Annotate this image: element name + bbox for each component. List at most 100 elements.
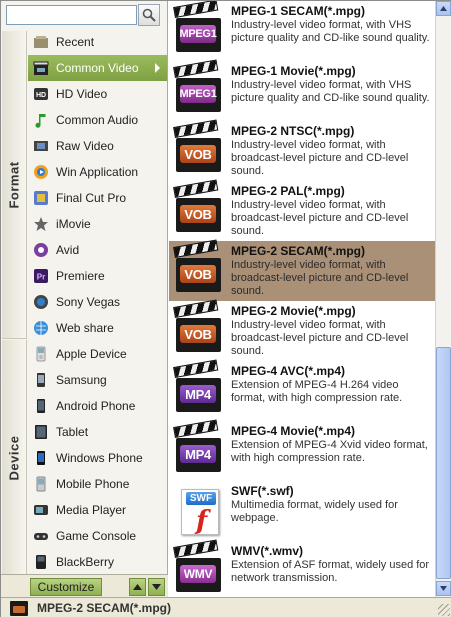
format-description: Industry-level video format, with broadc… — [231, 139, 409, 177]
format-name: SWF(*.swf) — [231, 484, 294, 498]
category-tablet[interactable]: Tablet — [28, 419, 167, 445]
category-label: Apple Device — [56, 347, 127, 361]
category-label: Sony Vegas — [56, 295, 121, 309]
format-item[interactable]: MP4 MPEG-4 Movie(*.mp4) Extension of MPEG-… — [169, 419, 435, 481]
category-common-audio[interactable]: Common Audio — [28, 107, 167, 133]
category-label: BlackBerry — [56, 555, 115, 569]
category-label: Android Phone — [56, 399, 136, 413]
category-apple-device[interactable]: Apple Device — [28, 341, 167, 367]
category-mobile-phone[interactable]: Mobile Phone — [28, 471, 167, 497]
category-raw-video[interactable]: Raw Video — [28, 133, 167, 159]
format-item[interactable]: SWF f SWF(*.swf) Multimedia format, widely … — [169, 481, 435, 541]
hd-icon: HD — [32, 85, 50, 103]
category-samsung[interactable]: Samsung — [28, 367, 167, 393]
category-label: Raw Video — [56, 139, 114, 153]
move-down-button[interactable] — [148, 578, 165, 596]
tablet-icon — [32, 423, 50, 441]
premiere-icon: Pr — [32, 267, 50, 285]
vob-clapper-icon: VOB — [173, 179, 227, 237]
category-imovie[interactable]: iMovie — [28, 211, 167, 237]
format-name: MPEG-2 PAL(*.mpg) — [231, 184, 345, 198]
arrow-down-icon — [152, 584, 161, 590]
format-item[interactable]: MPEG1 MPEG-1 Movie(*.mpg) Industry-level v… — [169, 59, 435, 121]
vob-clapper-icon: VOB — [173, 119, 227, 177]
vertical-scrollbar[interactable] — [435, 1, 451, 597]
category-win-application[interactable]: Win Application — [28, 159, 167, 185]
wmv-clapper-icon: WMV — [173, 539, 227, 597]
category-avid[interactable]: Avid — [28, 237, 167, 263]
format-item[interactable]: MP4 MPEG-4 AVC(*.mp4) Extension of MPEG-4 … — [169, 359, 435, 421]
arrow-up-icon — [133, 584, 142, 590]
category-label: iMovie — [56, 217, 91, 231]
format-name: MPEG-1 SECAM(*.mpg) — [231, 4, 366, 18]
arrow-up-icon — [440, 6, 447, 11]
scroll-down-button[interactable] — [436, 581, 451, 596]
category-game-console[interactable]: Game Console — [28, 523, 167, 549]
format-name: MPEG-1 Movie(*.mpg) — [231, 64, 356, 78]
format-badge: SWF — [186, 492, 216, 505]
customize-bar: Customize — [1, 574, 168, 597]
svg-text:Pr: Pr — [37, 273, 45, 282]
format-badge: MPEG1 — [180, 85, 217, 103]
format-description: Industry-level video format, with broadc… — [231, 199, 409, 237]
format-description: Multimedia format, widely used for webpa… — [231, 499, 398, 524]
format-name: MPEG-2 NTSC(*.mpg) — [231, 124, 355, 138]
windows-phone-icon — [32, 449, 50, 467]
magnifier-icon — [142, 8, 156, 22]
format-badge: MP4 — [180, 385, 216, 403]
vegas-icon — [32, 293, 50, 311]
category-web-share[interactable]: Web share — [28, 315, 167, 341]
category-windows-phone[interactable]: Windows Phone — [28, 445, 167, 471]
category-recent[interactable]: Recent — [28, 29, 167, 55]
category-blackberry[interactable]: BlackBerry — [28, 549, 167, 575]
category-premiere[interactable]: Pr Premiere — [28, 263, 167, 289]
category-common-video[interactable]: Common Video — [28, 55, 167, 81]
format-badge: VOB — [180, 205, 216, 223]
media-player-icon — [32, 501, 50, 519]
globe-icon — [32, 319, 50, 337]
resize-grip[interactable] — [438, 604, 450, 616]
format-item[interactable]: WMV WMV(*.wmv) Extension of ASF format, wi… — [169, 539, 435, 597]
category-label: Tablet — [56, 425, 89, 439]
format-group-label: Format — [6, 160, 22, 209]
format-item[interactable]: VOB MPEG-2 Movie(*.mpg) Industry-level vid… — [169, 299, 435, 361]
category-media-player[interactable]: Media Player — [28, 497, 167, 523]
format-description: Extension of MPEG-4 H.264 video format, … — [231, 379, 403, 404]
svg-text:HD: HD — [36, 92, 46, 99]
category-hd-video[interactable]: HD HD Video — [28, 81, 167, 107]
category-label: Win Application — [56, 165, 139, 179]
mpeg1-clapper-icon: MPEG1 — [173, 1, 227, 57]
category-label: Recent — [56, 35, 95, 49]
category-label: Avid — [56, 243, 80, 257]
swf-document-icon: SWF f — [173, 483, 227, 537]
category-sony-vegas[interactable]: Sony Vegas — [28, 289, 167, 315]
arrow-down-icon — [440, 586, 447, 591]
category-final-cut-pro[interactable]: Final Cut Pro — [28, 185, 167, 211]
format-list: MPEG1 MPEG-1 SECAM(*.mpg) Industry-level v… — [169, 1, 435, 597]
category-label: Samsung — [56, 373, 107, 387]
scroll-up-button[interactable] — [436, 1, 451, 16]
category-android-phone[interactable]: Android Phone — [28, 393, 167, 419]
format-badge: MP4 — [180, 445, 216, 463]
recent-icon — [32, 33, 50, 51]
android-phone-icon — [32, 397, 50, 415]
format-name: MPEG-4 AVC(*.mp4) — [231, 364, 346, 378]
device-group-label: Device — [6, 435, 22, 480]
format-name: MPEG-2 SECAM(*.mpg) — [231, 244, 366, 258]
customize-button[interactable]: Customize — [30, 578, 102, 596]
search-input[interactable] — [6, 5, 137, 25]
vob-clapper-icon: VOB — [173, 299, 227, 357]
category-label: Web share — [56, 321, 114, 335]
category-label: HD Video — [56, 87, 108, 101]
category-label: Windows Phone — [56, 451, 143, 465]
category-label: Game Console — [56, 529, 137, 543]
ipod-icon — [32, 345, 50, 363]
format-item[interactable]: MPEG1 MPEG-1 SECAM(*.mpg) Industry-level v… — [169, 1, 435, 61]
format-item[interactable]: VOB MPEG-2 NTSC(*.mpg) Industry-level vide… — [169, 119, 435, 181]
search-button[interactable] — [138, 4, 160, 26]
move-up-button[interactable] — [129, 578, 146, 596]
format-item[interactable]: VOB MPEG-2 SECAM(*.mpg) Industry-level vid… — [169, 239, 435, 301]
clapper-icon — [32, 59, 50, 77]
scroll-thumb[interactable] — [436, 347, 451, 579]
format-item[interactable]: VOB MPEG-2 PAL(*.mpg) Industry-level video… — [169, 179, 435, 241]
